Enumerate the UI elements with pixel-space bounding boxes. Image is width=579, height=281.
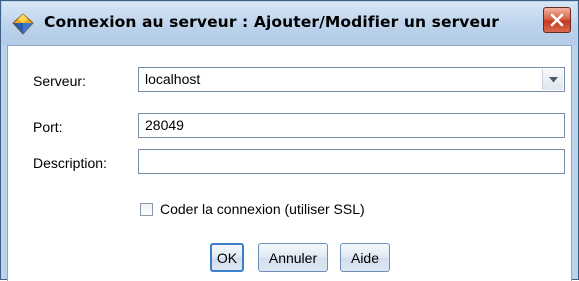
chevron-down-icon <box>548 76 558 82</box>
server-label: Serveur: <box>33 73 86 89</box>
ok-button-label: OK <box>216 249 238 266</box>
ssl-checkbox-row[interactable]: Coder la connexion (utiliser SSL) <box>140 201 365 217</box>
dialog-window: Connexion au serveur : Ajouter/Modifier … <box>0 0 579 281</box>
port-value: 28049 <box>145 117 184 133</box>
window-title: Connexion au serveur : Ajouter/Modifier … <box>44 13 500 31</box>
cancel-button-label: Annuler <box>268 249 318 266</box>
port-label: Port: <box>33 119 63 135</box>
help-button-label: Aide <box>350 249 380 266</box>
server-combobox[interactable]: localhost <box>138 67 565 92</box>
ok-button[interactable]: OK <box>210 243 244 272</box>
cancel-button[interactable]: Annuler <box>258 243 328 272</box>
ssl-checkbox-label: Coder la connexion (utiliser SSL) <box>160 201 365 217</box>
port-input[interactable]: 28049 <box>138 113 565 138</box>
description-label: Description: <box>33 155 107 171</box>
help-button[interactable]: Aide <box>340 243 390 272</box>
diamond-icon <box>12 13 34 35</box>
title-bar[interactable]: Connexion au serveur : Ajouter/Modifier … <box>2 2 577 45</box>
close-button[interactable] <box>543 7 571 33</box>
description-input[interactable] <box>138 149 565 174</box>
dropdown-arrow-button[interactable] <box>542 69 563 90</box>
server-value: localhost <box>145 71 201 87</box>
dialog-body: Serveur: localhost Port: 28049 Descripti… <box>7 45 572 281</box>
ssl-checkbox[interactable] <box>140 202 153 216</box>
close-icon <box>550 13 564 27</box>
